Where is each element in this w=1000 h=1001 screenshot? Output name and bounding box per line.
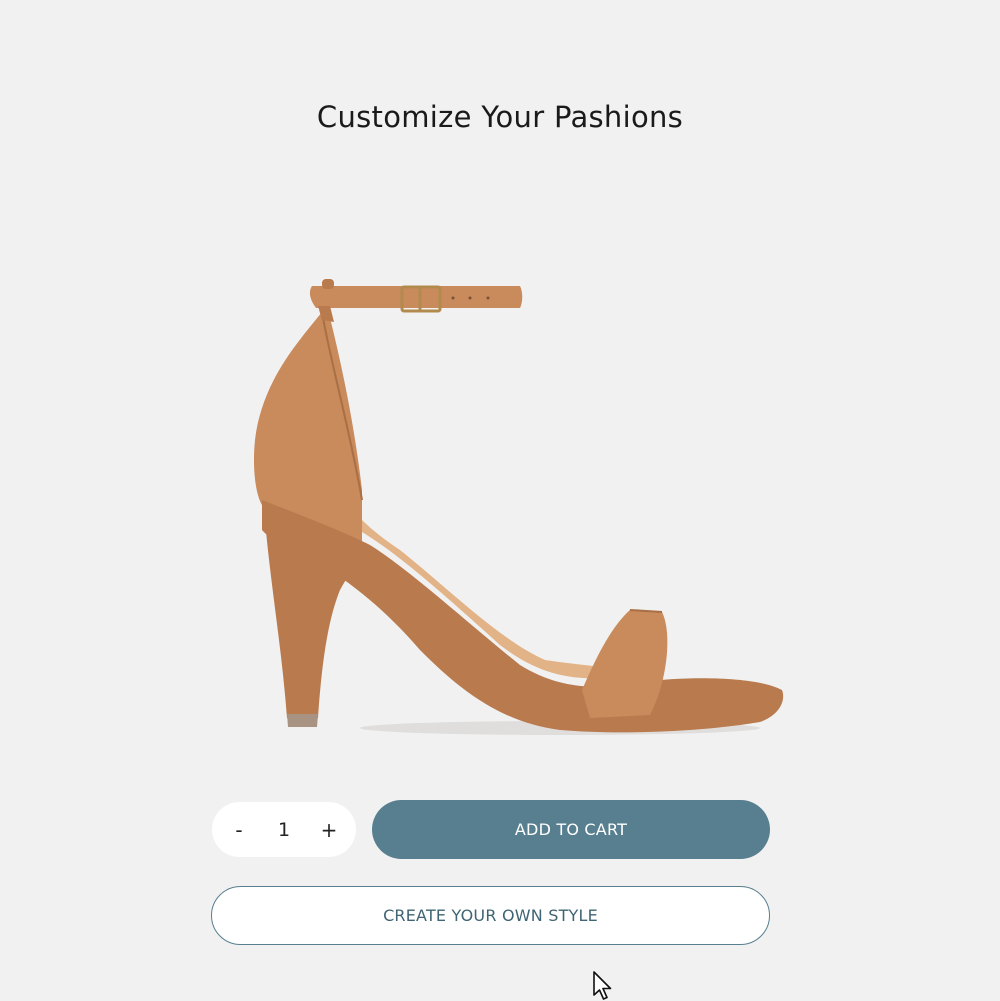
decrement-button[interactable]: - [226, 815, 252, 845]
create-your-own-style-button[interactable]: CREATE YOUR OWN STYLE [211, 886, 770, 945]
mouse-cursor-icon [593, 971, 612, 1000]
high-heel-sandal-image [253, 279, 784, 735]
page-title: Customize Your Pashions [316, 100, 684, 134]
quantity-stepper: - 1 + [212, 802, 356, 857]
add-to-cart-button[interactable]: ADD TO CART [372, 800, 770, 859]
increment-button[interactable]: + [316, 815, 342, 845]
quantity-value[interactable]: 1 [278, 819, 290, 841]
